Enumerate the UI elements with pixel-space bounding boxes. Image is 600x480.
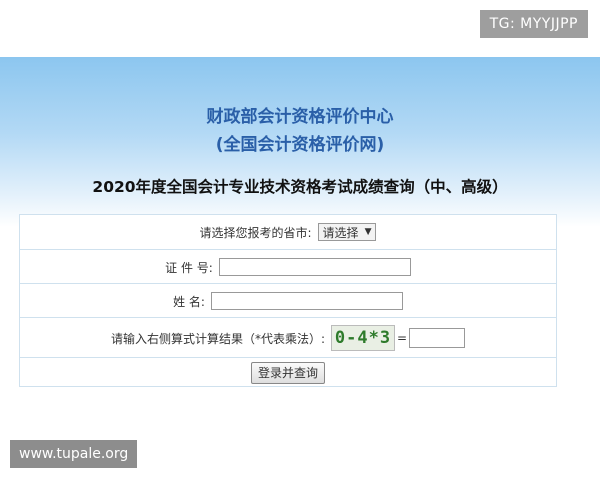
org-name: 财政部会计资格评价中心	[206, 107, 394, 127]
province-select-value: 请选择	[322, 225, 359, 240]
login-query-button[interactable]: 登录并查询	[250, 361, 325, 384]
province-label: 请选择您报考的省市:	[199, 225, 312, 240]
org-site: (全国会计资格评价网)	[215, 135, 385, 155]
watermark-top-right: TG: MYYJJPP	[479, 10, 588, 38]
captcha-image[interactable]: 0-4*3	[330, 325, 395, 351]
query-form: 请选择您报考的省市: 请选择 ▼ 证 件 号: 姓 名: 请输入右侧算式计算结果…	[19, 214, 557, 387]
name-input[interactable]	[210, 292, 403, 310]
submit-row: 登录并查询	[20, 357, 556, 387]
captcha-answer-input[interactable]	[409, 328, 466, 348]
captcha-label: 请输入右侧算式计算结果（*代表乘法）:	[110, 331, 325, 346]
page-title: 2020年度全国会计专业技术资格考试成绩查询（中、高级）	[92, 178, 508, 196]
province-row: 请选择您报考的省市: 请选择 ▼	[20, 215, 556, 249]
name-label: 姓 名:	[173, 294, 205, 309]
id-label: 证 件 号:	[165, 260, 213, 275]
captcha-row: 请输入右侧算式计算结果（*代表乘法）: 0-4*3 =	[20, 317, 556, 358]
chevron-down-icon: ▼	[364, 227, 372, 237]
id-number-input[interactable]	[218, 258, 411, 276]
id-row: 证 件 号:	[20, 249, 556, 284]
equals-sign: =	[396, 331, 408, 345]
province-select[interactable]: 请选择 ▼	[317, 223, 377, 241]
watermark-bottom-left: www.tupale.org	[10, 440, 138, 468]
name-row: 姓 名:	[20, 283, 556, 318]
